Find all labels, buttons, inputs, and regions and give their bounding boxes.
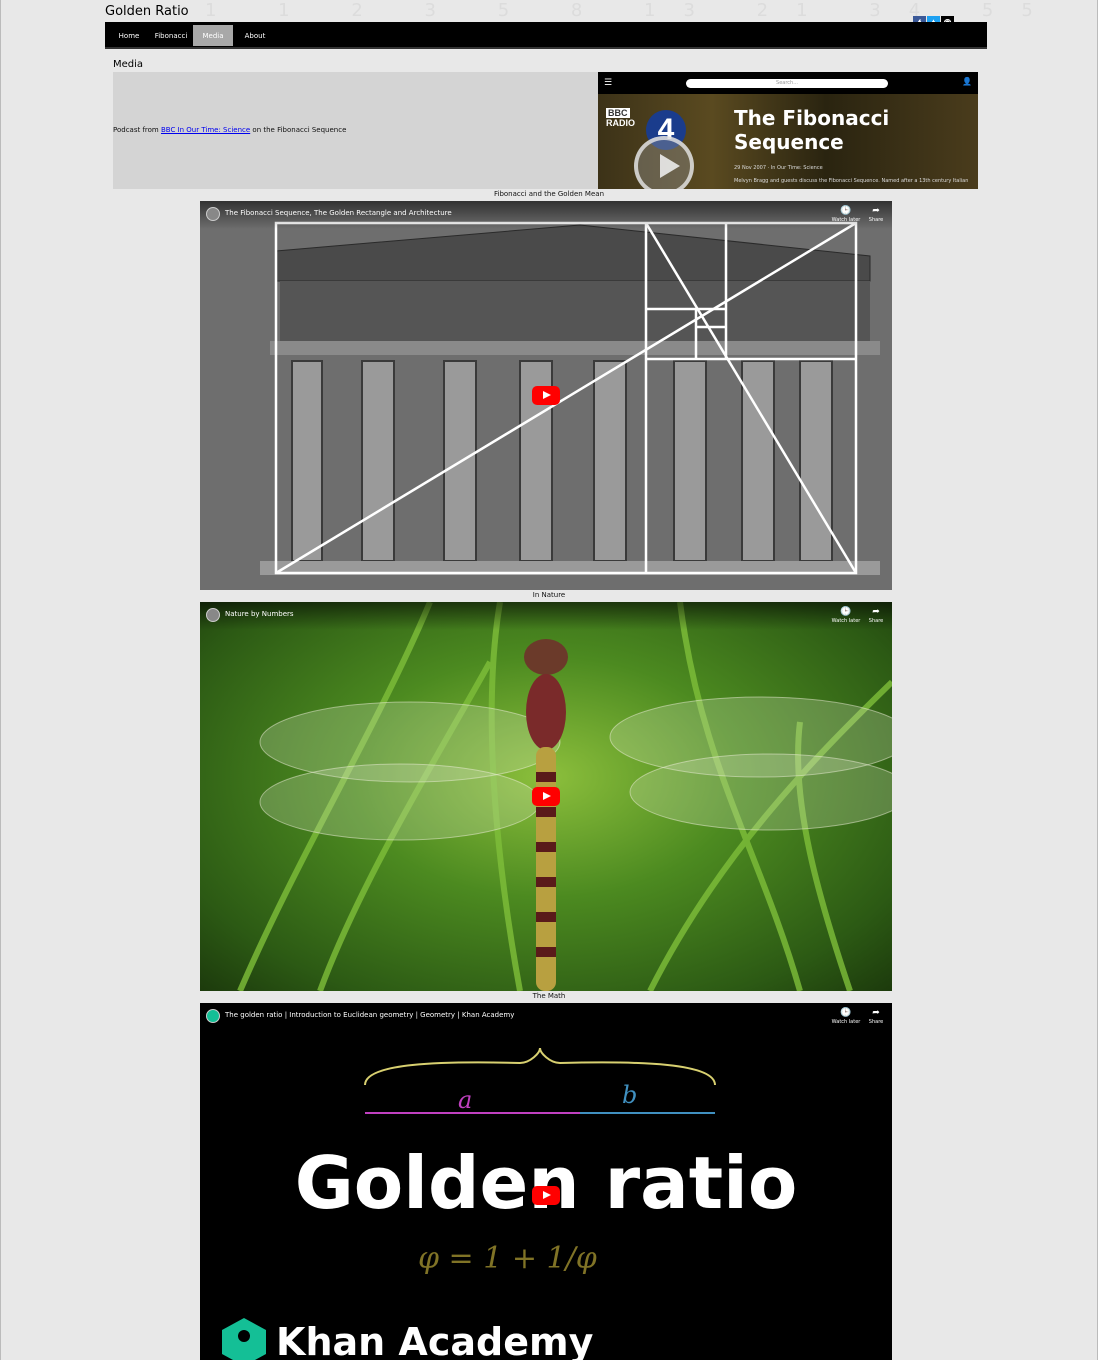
channel-avatar[interactable] — [206, 1009, 220, 1023]
youtube-play-icon[interactable] — [532, 1186, 560, 1205]
youtube-play-icon[interactable] — [532, 787, 560, 806]
share-button[interactable]: ➦ Share — [859, 1007, 892, 1025]
formula: φ = 1 + 1/φ — [418, 1241, 597, 1276]
clock-icon: 🕒 — [840, 1008, 852, 1018]
video-caption-golden-mean: Fibonacci and the Golden Mean — [493, 190, 605, 198]
share-icon: ➦ — [872, 206, 880, 216]
podcast-prefix: Podcast from — [113, 126, 161, 134]
podcast-panel: Podcast from BBC In Our Time: Science on… — [113, 72, 598, 189]
video-title[interactable]: The Fibonacci Sequence, The Golden Recta… — [225, 209, 452, 217]
episode-title-line1: The Fibonacci — [734, 106, 890, 130]
watch-later-label: Watch later — [831, 217, 861, 223]
share-button[interactable]: ➦ Share — [859, 606, 892, 624]
youtube-embed-khan[interactable]: a b φ = 1 + 1/φ Golden ratio Khan Academ… — [200, 1003, 892, 1360]
video-topbar — [200, 602, 892, 630]
youtube-embed-nature[interactable]: Nature by Numbers 🕒 Watch later ➦ Share — [200, 602, 892, 991]
golden-ratio-thumbnail: a b φ = 1 + 1/φ Golden ratio Khan Academ… — [222, 1047, 798, 1360]
episode-title: The Fibonacci Sequence — [734, 106, 889, 154]
title-row: 1 1 2 3 5 8 13 21 34 55 Golden Ratio — [105, 0, 1033, 22]
youtube-embed-architecture[interactable]: The Fibonacci Sequence, The Golden Recta… — [200, 201, 892, 590]
overlay-title: Golden ratio — [295, 1141, 798, 1225]
share-label: Share — [868, 1019, 884, 1025]
nav-item-about[interactable]: About — [239, 25, 271, 46]
bbc-logo-text: BBC — [606, 108, 630, 118]
video-caption-nature: In Nature — [532, 591, 566, 599]
menu-icon[interactable]: ☰ — [604, 78, 612, 88]
video-caption-math: The Math — [532, 992, 566, 1000]
bbc-topbar: ☰ Search... 👤 — [598, 72, 978, 94]
user-icon[interactable]: 👤 — [962, 77, 972, 86]
radio-logo-text: RADIO — [606, 118, 635, 128]
bbc-link[interactable]: BBC In Our Time: Science — [161, 126, 250, 134]
video-title[interactable]: The golden ratio | Introduction to Eucli… — [225, 1011, 514, 1019]
nav-item-media[interactable]: Media — [193, 25, 233, 46]
label-a: a — [458, 1086, 472, 1114]
nav-item-fibonacci[interactable]: Fibonacci — [151, 25, 191, 46]
khan-brand: Khan Academy — [276, 1320, 594, 1360]
bbc-player-embed[interactable]: ☰ Search... 👤 BBC RADIO 4 The Fibonacci … — [598, 72, 978, 189]
share-icon: ➦ — [872, 607, 880, 617]
share-icon: ➦ — [872, 1008, 880, 1018]
clock-icon: 🕒 — [840, 206, 852, 216]
episode-title-line2: Sequence — [734, 130, 844, 154]
watch-later-button[interactable]: 🕒 Watch later — [829, 1007, 863, 1025]
bbc-episode-card: BBC RADIO 4 The Fibonacci Sequence 29 No… — [598, 94, 978, 189]
episode-description: Melvyn Bragg and guests discuss the Fibo… — [734, 178, 969, 184]
site-title[interactable]: Golden Ratio — [105, 4, 189, 19]
episode-date: 29 Nov 2007 · In Our Time: Science — [734, 165, 823, 171]
podcast-suffix: on the Fibonacci Sequence — [250, 126, 347, 134]
watch-later-label: Watch later — [831, 618, 861, 624]
main-nav: Home Fibonacci Media About — [105, 22, 987, 49]
podcast-text: Podcast from BBC In Our Time: Science on… — [113, 126, 346, 134]
watch-later-button[interactable]: 🕒 Watch later — [829, 606, 863, 624]
channel-avatar[interactable] — [206, 608, 220, 622]
label-b: b — [622, 1081, 637, 1109]
share-label: Share — [868, 618, 884, 624]
share-button[interactable]: ➦ Share — [859, 205, 892, 223]
bbc-radio-logo: BBC RADIO — [606, 108, 635, 128]
share-label: Share — [868, 217, 884, 223]
watch-later-label: Watch later — [831, 1019, 861, 1025]
bbc-search-input[interactable]: Search... — [686, 79, 888, 88]
clock-icon: 🕒 — [840, 607, 852, 617]
play-icon[interactable] — [634, 136, 694, 189]
video-title[interactable]: Nature by Numbers — [225, 610, 294, 618]
watch-later-button[interactable]: 🕒 Watch later — [829, 205, 863, 223]
header: 1 1 2 3 5 8 13 21 34 55 Golden Ratio — [105, 0, 1033, 22]
page-heading: Media — [113, 59, 144, 70]
youtube-play-icon[interactable] — [532, 386, 560, 405]
channel-avatar[interactable] — [206, 207, 220, 221]
nav-item-home[interactable]: Home — [113, 25, 145, 46]
